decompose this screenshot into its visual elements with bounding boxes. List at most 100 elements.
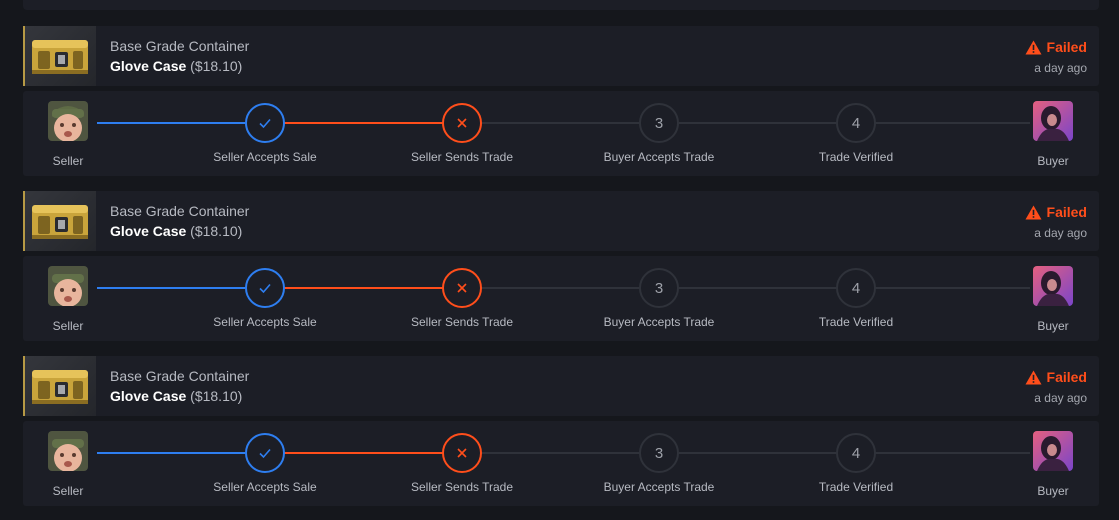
glove-case-icon [23, 191, 96, 251]
progress-line [97, 122, 245, 124]
status-label: Failed [1046, 39, 1087, 55]
buyer-label: Buyer [1037, 319, 1069, 333]
step-label: Seller Accepts Sale [213, 480, 317, 494]
check-icon [259, 448, 271, 459]
step-label: Seller Sends Trade [410, 315, 514, 329]
progress-line [283, 122, 443, 124]
item-price: ($18.10) [190, 388, 243, 404]
seller-label: Seller [52, 484, 84, 498]
status-badge: Failed [1025, 38, 1087, 56]
warning-triangle-icon [1025, 370, 1042, 384]
step-seller-sends-trade [442, 268, 482, 308]
check-icon [259, 283, 271, 294]
buyer-avatar[interactable] [1033, 431, 1073, 471]
step-seller-sends-trade [442, 433, 482, 473]
status-badge: Failed [1025, 203, 1087, 221]
seller-avatar[interactable] [48, 101, 88, 141]
step-label: Trade Verified [818, 315, 894, 329]
progress-line [679, 452, 836, 454]
item-name-line: Glove Case ($18.10) [110, 223, 242, 239]
step-trade-verified: 4 [836, 433, 876, 473]
glove-case-icon [23, 356, 96, 416]
status-badge: Failed [1025, 368, 1087, 386]
item-name-line: Glove Case ($18.10) [110, 58, 242, 74]
step-label: Buyer Accepts Trade [603, 480, 715, 494]
step-seller-sends-trade [442, 103, 482, 143]
progress-line [283, 452, 443, 454]
step-number: 3 [654, 114, 664, 132]
progress-line [97, 452, 245, 454]
step-number: 3 [654, 444, 664, 462]
step-buyer-accepts-trade: 3 [639, 268, 679, 308]
step-buyer-accepts-trade: 3 [639, 103, 679, 143]
item-row[interactable]: Base Grade Container Glove Case ($18.10)… [23, 356, 1099, 416]
seller-label: Seller [52, 319, 84, 333]
step-trade-verified: 4 [836, 103, 876, 143]
step-label: Buyer Accepts Trade [603, 150, 715, 164]
progress-line [97, 287, 245, 289]
item-price: ($18.10) [190, 223, 243, 239]
status-label: Failed [1046, 369, 1087, 385]
warning-triangle-icon [1025, 40, 1042, 54]
x-icon [457, 283, 467, 293]
step-number: 4 [851, 279, 861, 297]
status-time: a day ago [1034, 226, 1087, 240]
trade-card: Base Grade Container Glove Case ($18.10)… [23, 356, 1099, 506]
item-name-line: Glove Case ($18.10) [110, 388, 242, 404]
step-label: Seller Sends Trade [410, 480, 514, 494]
step-seller-accepts-sale [245, 103, 285, 143]
step-label: Trade Verified [818, 480, 894, 494]
progress-line [482, 287, 639, 289]
warning-triangle-icon [1025, 205, 1042, 219]
step-label: Seller Accepts Sale [213, 315, 317, 329]
progress-line [679, 122, 836, 124]
check-icon [259, 118, 271, 129]
status-time: a day ago [1034, 61, 1087, 75]
glove-case-icon [23, 26, 96, 86]
x-icon [457, 448, 467, 458]
item-category: Base Grade Container [110, 38, 250, 54]
step-number: 4 [851, 114, 861, 132]
seller-label: Seller [52, 154, 84, 168]
step-trade-verified: 4 [836, 268, 876, 308]
progress-line [482, 452, 639, 454]
item-category: Base Grade Container [110, 368, 250, 384]
step-seller-accepts-sale [245, 268, 285, 308]
progress-line [679, 287, 836, 289]
step-label: Seller Sends Trade [410, 150, 514, 164]
buyer-label: Buyer [1037, 484, 1069, 498]
seller-avatar[interactable] [48, 266, 88, 306]
progress-line [482, 122, 639, 124]
progress-line [283, 287, 443, 289]
item-row[interactable]: Base Grade Container Glove Case ($18.10)… [23, 26, 1099, 86]
progress-line [875, 287, 1030, 289]
step-seller-accepts-sale [245, 433, 285, 473]
trade-history-page: Base Grade Container Glove Case ($18.10)… [0, 0, 1119, 520]
trade-card: Base Grade Container Glove Case ($18.10)… [23, 191, 1099, 341]
buyer-avatar[interactable] [1033, 101, 1073, 141]
item-price: ($18.10) [190, 58, 243, 74]
buyer-avatar[interactable] [1033, 266, 1073, 306]
progress-line [875, 452, 1030, 454]
previous-card-edge [23, 0, 1099, 10]
step-number: 3 [654, 279, 664, 297]
buyer-label: Buyer [1037, 154, 1069, 168]
trade-card: Base Grade Container Glove Case ($18.10)… [23, 26, 1099, 176]
item-name: Glove Case [110, 223, 187, 239]
step-label: Trade Verified [818, 150, 894, 164]
step-number: 4 [851, 444, 861, 462]
step-label: Seller Accepts Sale [213, 150, 317, 164]
progress-line [875, 122, 1030, 124]
trade-progress: Seller Seller Accepts Sale Seller Sends … [23, 256, 1099, 341]
trade-progress: Seller Seller Accepts Sale Seller Sends … [23, 91, 1099, 176]
step-label: Buyer Accepts Trade [603, 315, 715, 329]
status-time: a day ago [1034, 391, 1087, 405]
item-name: Glove Case [110, 388, 187, 404]
seller-avatar[interactable] [48, 431, 88, 471]
trade-progress: Seller Seller Accepts Sale Seller Sends … [23, 421, 1099, 506]
step-buyer-accepts-trade: 3 [639, 433, 679, 473]
item-row[interactable]: Base Grade Container Glove Case ($18.10)… [23, 191, 1099, 251]
item-name: Glove Case [110, 58, 187, 74]
status-label: Failed [1046, 204, 1087, 220]
x-icon [457, 118, 467, 128]
